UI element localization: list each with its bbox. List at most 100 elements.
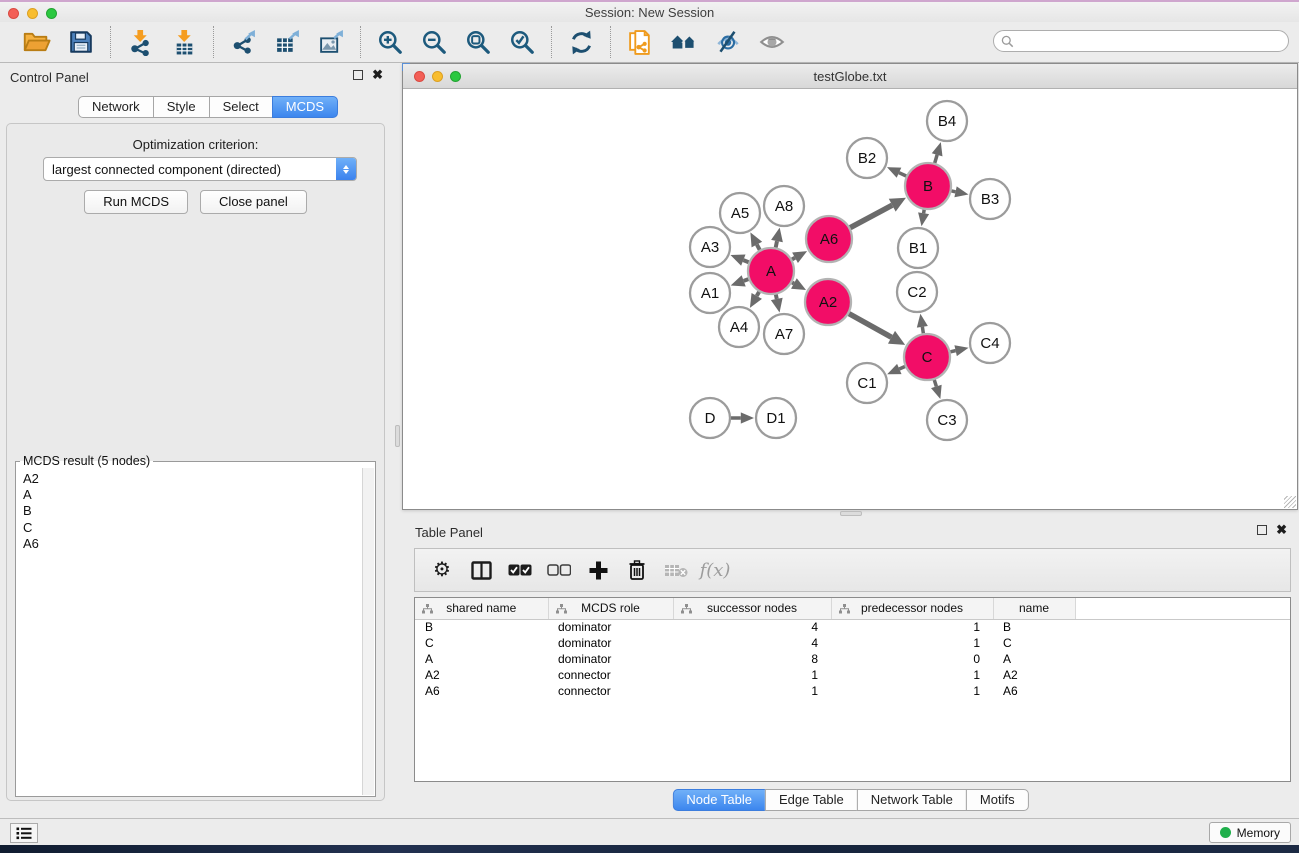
table-cell[interactable]: 1 (673, 667, 831, 683)
table-cell[interactable]: 1 (831, 619, 993, 635)
first-neighbors-button[interactable] (667, 26, 701, 58)
function-builder-button[interactable]: f(x) (700, 553, 730, 587)
table-cell[interactable]: connector (548, 683, 673, 699)
table-cell[interactable]: 8 (673, 651, 831, 667)
horizontal-splitter-handle[interactable] (840, 511, 862, 516)
table-cell[interactable]: A (993, 651, 1075, 667)
table-cell[interactable]: 4 (673, 619, 831, 635)
result-item[interactable]: B (23, 503, 362, 519)
table-cell[interactable]: 1 (831, 635, 993, 651)
edge-A6-B[interactable] (850, 205, 892, 228)
table-cell[interactable]: 0 (831, 651, 993, 667)
node-B1[interactable]: B1 (898, 228, 938, 268)
column-header-mcds-role[interactable]: MCDS role (548, 598, 673, 619)
node-A[interactable]: A (748, 248, 794, 294)
node-B3[interactable]: B3 (970, 179, 1010, 219)
edge-A2-C[interactable] (849, 314, 892, 338)
save-session-button[interactable] (64, 26, 98, 58)
search-input[interactable] (1018, 34, 1288, 48)
node-C2[interactable]: C2 (897, 272, 937, 312)
show-columns-button[interactable] (466, 553, 496, 587)
result-item[interactable]: A6 (23, 536, 362, 552)
hide-selected-button[interactable] (711, 26, 745, 58)
close-panel-button-mcds[interactable]: Close panel (200, 190, 307, 214)
float-table-panel-button[interactable] (1257, 525, 1267, 535)
edge-A-A8[interactable] (776, 241, 777, 247)
table-cell[interactable]: C (993, 635, 1075, 651)
delete-column-button[interactable] (622, 553, 652, 587)
close-panel-button[interactable]: ✖ (372, 70, 383, 80)
add-column-button[interactable] (583, 553, 613, 587)
column-header-successor-nodes[interactable]: successor nodes (673, 598, 831, 619)
column-header-predecessor-nodes[interactable]: predecessor nodes (831, 598, 993, 619)
node-A2[interactable]: A2 (805, 279, 851, 325)
node-B[interactable]: B (905, 163, 951, 209)
node-D1[interactable]: D1 (756, 398, 796, 438)
deselect-all-checkboxes-button[interactable] (544, 553, 574, 587)
node-C4[interactable]: C4 (970, 323, 1010, 363)
export-network-button[interactable] (226, 26, 260, 58)
table-cell[interactable]: dominator (548, 635, 673, 651)
select-all-checkboxes-button[interactable] (505, 553, 535, 587)
node-C1[interactable]: C1 (847, 363, 887, 403)
edge-A-A6[interactable] (792, 258, 795, 260)
node-A5[interactable]: A5 (720, 193, 760, 233)
task-history-button[interactable] (10, 823, 38, 843)
table-cell[interactable]: B (993, 619, 1075, 635)
resize-grip[interactable] (1284, 496, 1296, 508)
edge-A-A5[interactable] (757, 245, 760, 250)
node-B4[interactable]: B4 (927, 101, 967, 141)
open-file-button[interactable] (20, 26, 54, 58)
edge-C-C3[interactable] (934, 380, 936, 387)
table-cell[interactable]: C (415, 635, 548, 651)
result-item[interactable]: A2 (23, 471, 362, 487)
export-image-button[interactable] (314, 26, 348, 58)
tab-select[interactable]: Select (209, 96, 273, 118)
zoom-out-button[interactable] (417, 26, 451, 58)
table-row[interactable]: Adominator80A (415, 651, 1290, 667)
table-cell[interactable]: A2 (993, 667, 1075, 683)
tab-edge-table[interactable]: Edge Table (765, 789, 858, 811)
zoom-fit-button[interactable] (461, 26, 495, 58)
node-C3[interactable]: C3 (927, 400, 967, 440)
table-cell[interactable]: 1 (831, 683, 993, 699)
table-cell[interactable]: A2 (415, 667, 548, 683)
node-C[interactable]: C (904, 334, 950, 380)
node-A7[interactable]: A7 (764, 314, 804, 354)
tab-network[interactable]: Network (78, 96, 154, 118)
table-cell[interactable]: 1 (673, 683, 831, 699)
criterion-dropdown[interactable]: largest connected component (directed) (43, 157, 357, 181)
edge-A-A3[interactable] (743, 260, 748, 262)
table-cell[interactable]: A6 (993, 683, 1075, 699)
result-item[interactable]: C (23, 520, 362, 536)
zoom-in-button[interactable] (373, 26, 407, 58)
node-A1[interactable]: A1 (690, 273, 730, 313)
run-mcds-button[interactable]: Run MCDS (84, 190, 188, 214)
tab-motifs[interactable]: Motifs (966, 789, 1029, 811)
edge-B-B2[interactable] (899, 173, 906, 176)
import-network-button[interactable] (123, 26, 157, 58)
tab-network-table[interactable]: Network Table (857, 789, 967, 811)
table-settings-button[interactable]: ⚙ (427, 553, 457, 587)
show-all-button[interactable] (755, 26, 789, 58)
zoom-selected-button[interactable] (505, 26, 539, 58)
table-cell[interactable]: B (415, 619, 548, 635)
import-table-button[interactable] (167, 26, 201, 58)
node-A4[interactable]: A4 (719, 307, 759, 347)
memory-button[interactable]: Memory (1209, 822, 1291, 843)
table-cell[interactable]: 1 (831, 667, 993, 683)
table-cell[interactable]: A6 (415, 683, 548, 699)
network-canvas[interactable]: B4B2BB3A5A8A6B1A3AC2A1A2A4A7C4CC1C3DD1 (403, 90, 1297, 509)
edge-C-C1[interactable] (899, 367, 905, 369)
export-table-button[interactable] (270, 26, 304, 58)
tab-mcds[interactable]: MCDS (272, 96, 338, 118)
edge-B-B4[interactable] (935, 155, 937, 163)
close-table-panel-button[interactable]: ✖ (1276, 525, 1287, 535)
edge-C-C2[interactable] (922, 327, 923, 333)
edge-A-A7[interactable] (776, 295, 777, 299)
new-network-from-selection-button[interactable] (623, 26, 657, 58)
refresh-button[interactable] (564, 26, 598, 58)
column-header-name[interactable]: name (993, 598, 1075, 619)
edge-A-A2[interactable] (792, 282, 794, 283)
node-table-container[interactable]: shared nameMCDS rolesuccessor nodesprede… (414, 597, 1291, 782)
